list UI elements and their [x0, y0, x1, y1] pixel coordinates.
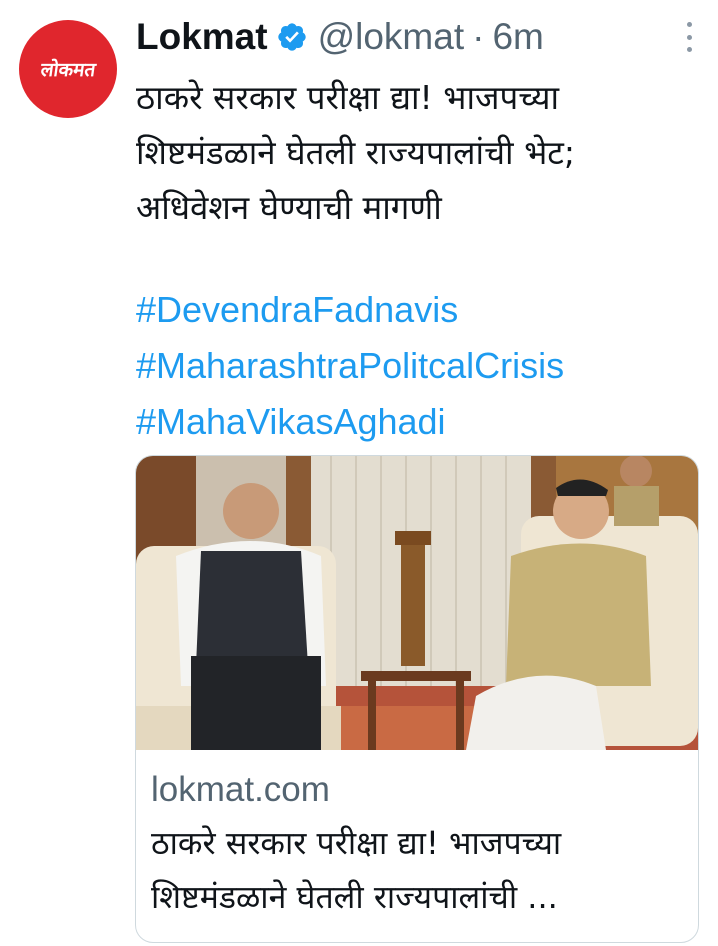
verified-badge-icon	[277, 23, 306, 51]
tweet-text-line: शिष्टमंडळाने घेतली राज्यपालांची भेट;	[136, 133, 576, 172]
tweet-text-line: अधिवेशन घेण्याची मागणी	[136, 188, 442, 227]
link-preview-card[interactable]: lokmat.com ठाकरे सरकार परीक्षा द्या! भाज…	[135, 455, 699, 943]
tweet-timestamp[interactable]: 6m	[492, 16, 543, 58]
card-photo[interactable]	[136, 456, 698, 750]
tweet-text: ठाकरे सरकार परीक्षा द्या! भाजपच्या शिष्ट…	[136, 70, 696, 235]
hashtag-link[interactable]: #MahaVikasAghadi	[136, 394, 706, 450]
author-handle[interactable]: @lokmat	[318, 16, 465, 58]
avatar-logo-text: लोकमत	[39, 59, 97, 81]
tweet-header: Lokmat @lokmat · 6m	[136, 12, 698, 62]
card-title: ठाकरे सरकार परीक्षा द्या! भाजपच्या शिष्ट…	[151, 816, 691, 924]
tweet-text-line: ठाकरे सरकार परीक्षा द्या! भाजपच्या	[136, 78, 560, 117]
card-title-line: ठाकरे सरकार परीक्षा द्या! भाजपच्या	[151, 824, 562, 862]
hashtag-link[interactable]: #DevendraFadnavis	[136, 282, 706, 338]
author-name[interactable]: Lokmat	[136, 16, 268, 58]
header-separator: ·	[472, 16, 485, 57]
more-options-icon[interactable]	[682, 22, 696, 52]
avatar[interactable]: लोकमत	[19, 20, 117, 118]
hashtag-list: #DevendraFadnavis #MaharashtraPolitcalCr…	[136, 282, 706, 450]
card-domain: lokmat.com	[151, 770, 330, 809]
hashtag-link[interactable]: #MaharashtraPolitcalCrisis	[136, 338, 706, 394]
card-title-line: शिष्टमंडळाने घेतली राज्यपालांची ...	[151, 878, 558, 916]
